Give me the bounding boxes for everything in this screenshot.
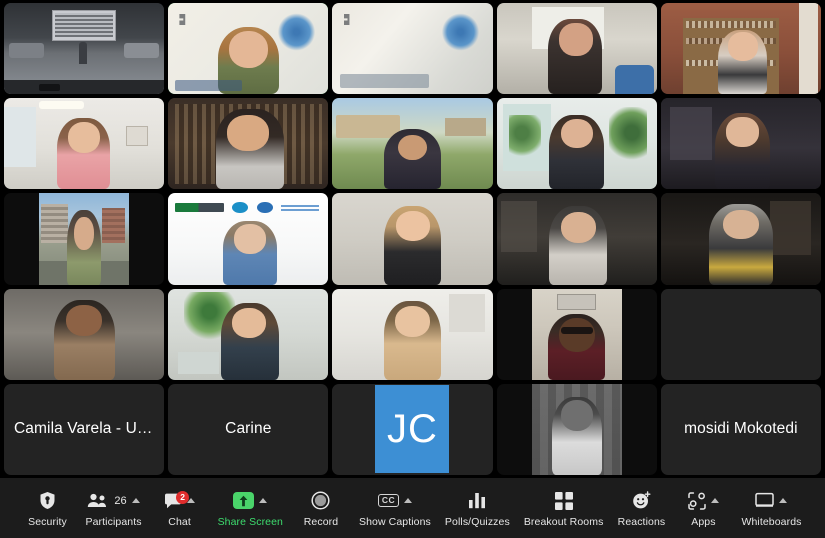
- video-stream: [39, 193, 129, 285]
- video-stream: [332, 193, 493, 285]
- closed-caption-icon: CC: [377, 494, 400, 507]
- video-tile[interactable]: [4, 288, 165, 380]
- toolbar-captions-button[interactable]: CC Show Captions: [352, 478, 438, 538]
- toolbar-whiteboards-label: Whiteboards: [741, 515, 802, 528]
- video-tile[interactable]: Camila Varela - UC...: [4, 383, 165, 475]
- video-stream: [332, 3, 493, 95]
- grid-squares-icon: [554, 491, 573, 510]
- toolbar-polls-label: Polls/Quizzes: [444, 515, 510, 528]
- toolbar-apps-label: Apps: [691, 515, 716, 528]
- video-stream: [531, 288, 622, 380]
- video-tile[interactable]: [496, 3, 657, 95]
- chat-bubble-icon: 2: [164, 490, 190, 509]
- participant-name-label: Carine: [225, 420, 272, 438]
- toolbar-chat-label: Chat: [168, 515, 191, 528]
- video-tile[interactable]: [4, 193, 165, 285]
- video-stream: [496, 193, 657, 285]
- whiteboard-icon: [755, 492, 775, 509]
- toolbar-apps-button[interactable]: Apps: [672, 478, 734, 538]
- zoom-meeting-window: Camila Varela - UC... Carine JC mosidi Mok…: [0, 0, 825, 538]
- video-stream: [660, 193, 821, 285]
- video-gallery-grid: Camila Varela - UC... Carine JC mosidi Mok…: [0, 0, 825, 478]
- video-stream: [496, 98, 657, 190]
- bar-chart-icon: [468, 492, 486, 509]
- video-stream: [531, 383, 622, 475]
- video-tile[interactable]: [332, 98, 493, 190]
- empty-tile: [660, 288, 821, 380]
- video-tile[interactable]: [496, 193, 657, 285]
- record-circle-icon: [311, 491, 331, 510]
- toolbar-security-button[interactable]: Security: [17, 478, 79, 538]
- toolbar-breakout-button[interactable]: Breakout Rooms: [517, 478, 611, 538]
- video-stream: [4, 3, 165, 95]
- video-tile[interactable]: [332, 288, 493, 380]
- video-stream: [332, 288, 493, 380]
- video-tile[interactable]: [660, 193, 821, 285]
- toolbar-participants-button[interactable]: 26 Participants: [79, 478, 149, 538]
- participant-name-label: mosidi Mokotedi: [684, 420, 798, 438]
- video-stream: [168, 288, 329, 380]
- toolbar-share-label: Share Screen: [217, 515, 283, 528]
- chevron-up-icon[interactable]: [259, 498, 268, 503]
- video-tile[interactable]: [168, 288, 329, 380]
- shield-icon: [39, 491, 56, 510]
- toolbar-breakout-label: Breakout Rooms: [523, 515, 604, 528]
- avatar: JC: [375, 385, 450, 474]
- video-stream: [168, 193, 329, 285]
- toolbar-security-label: Security: [28, 515, 67, 528]
- video-tile[interactable]: [496, 383, 657, 475]
- video-tile[interactable]: [660, 98, 821, 190]
- toolbar-reactions-button[interactable]: Reactions: [610, 478, 672, 538]
- toolbar-polls-button[interactable]: Polls/Quizzes: [438, 478, 517, 538]
- toolbar-share-button[interactable]: Share Screen: [211, 478, 290, 538]
- video-stream: [168, 3, 329, 95]
- video-stream: [332, 98, 493, 190]
- apps-icon: [688, 491, 706, 510]
- video-tile[interactable]: [4, 98, 165, 190]
- video-tile[interactable]: [168, 98, 329, 190]
- share-screen-icon: [233, 492, 255, 509]
- video-stream: [4, 98, 165, 190]
- video-tile[interactable]: mosidi Mokotedi: [660, 383, 821, 475]
- cc-glyph: CC: [377, 494, 400, 507]
- chevron-up-icon[interactable]: [710, 498, 719, 503]
- video-tile[interactable]: [168, 3, 329, 95]
- video-stream: [168, 98, 329, 190]
- video-tile[interactable]: [168, 193, 329, 285]
- toolbar-record-button[interactable]: Record: [290, 478, 352, 538]
- video-tile[interactable]: [332, 3, 493, 95]
- toolbar-captions-label: Show Captions: [358, 515, 431, 528]
- toolbar-whiteboards-button[interactable]: Whiteboards: [734, 478, 808, 538]
- video-tile[interactable]: [496, 98, 657, 190]
- video-stream: [496, 3, 657, 95]
- chat-unread-badge: 2: [176, 490, 190, 504]
- video-tile[interactable]: [332, 193, 493, 285]
- toolbar-record-label: Record: [303, 515, 339, 528]
- chevron-up-icon[interactable]: [779, 498, 788, 503]
- video-tile[interactable]: [4, 3, 165, 95]
- toolbar-participants-label: Participants: [85, 515, 142, 528]
- participant-count: 26: [114, 494, 127, 507]
- video-stream: [660, 3, 821, 95]
- smiley-reaction-icon: [632, 491, 651, 510]
- video-stream: [660, 98, 821, 190]
- video-tile[interactable]: Carine: [168, 383, 329, 475]
- meeting-toolbar: Security 26 Participants 2 Chat Share Screen R…: [0, 478, 825, 538]
- video-stream: [4, 288, 165, 380]
- participant-name-label: Camila Varela - UC...: [14, 420, 162, 438]
- participants-icon: [87, 493, 108, 508]
- toolbar-chat-button[interactable]: 2 Chat: [149, 478, 211, 538]
- chevron-up-icon[interactable]: [404, 498, 413, 503]
- video-tile[interactable]: [660, 3, 821, 95]
- video-tile[interactable]: [496, 288, 657, 380]
- toolbar-reactions-label: Reactions: [617, 515, 666, 528]
- video-tile[interactable]: JC: [332, 383, 493, 475]
- chevron-up-icon[interactable]: [131, 498, 140, 503]
